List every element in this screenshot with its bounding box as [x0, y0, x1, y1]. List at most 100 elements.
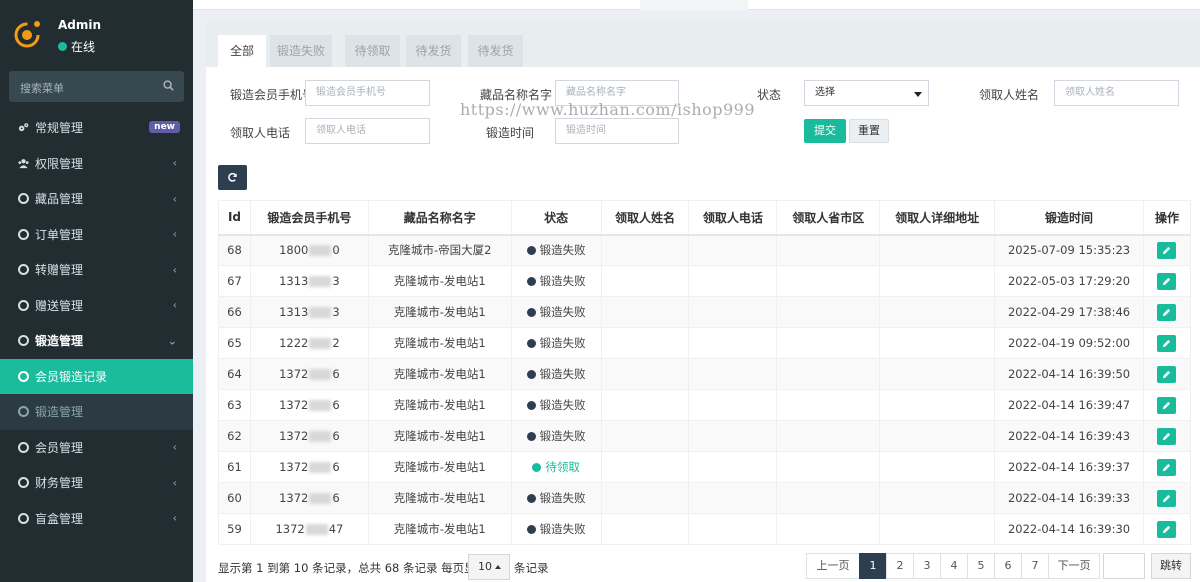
- status-select[interactable]: 选择: [804, 80, 929, 106]
- cell-address: [879, 296, 996, 328]
- search-icon[interactable]: [163, 80, 174, 91]
- pencil-icon: [1163, 308, 1171, 316]
- cell-item: 克隆城市-发电站1: [367, 327, 512, 359]
- page-button-1[interactable]: 1: [859, 553, 887, 579]
- cell-phone: 1313 3: [249, 265, 369, 297]
- receiver-input[interactable]: 领取人姓名: [1054, 80, 1179, 106]
- page-button-2[interactable]: 2: [886, 553, 914, 579]
- page-button-4[interactable]: 4: [940, 553, 968, 579]
- refresh-button[interactable]: [218, 165, 247, 190]
- cell-item: 克隆城市-帝国大厦2: [367, 234, 512, 266]
- status-dot-icon: [526, 338, 536, 348]
- sidebar-item-2[interactable]: 藏品管理 ‹: [0, 181, 193, 217]
- circle-icon: [18, 370, 29, 382]
- sidebar-item-11[interactable]: 盲盒管理 ‹: [0, 501, 193, 537]
- cell-address: [879, 420, 996, 452]
- col-id[interactable]: Id: [218, 200, 251, 236]
- cell-phone: 1372 6: [249, 451, 369, 483]
- tab-pending-claim[interactable]: 待领取: [345, 35, 400, 67]
- status-text: 锻造失败: [539, 429, 586, 443]
- masked-digits: [309, 245, 332, 257]
- page-size-select[interactable]: 10: [468, 554, 510, 580]
- receiver-label: 领取人姓名: [979, 88, 1040, 102]
- sidebar-item-6[interactable]: 锻造管理 ⌄: [0, 323, 193, 359]
- cell-region: [776, 296, 881, 328]
- edit-button[interactable]: [1157, 396, 1177, 414]
- edit-button[interactable]: [1157, 365, 1177, 383]
- cell-phone: 1372 47: [249, 513, 369, 545]
- page-button-6[interactable]: 6: [994, 553, 1022, 579]
- status-text: 锻造失败: [539, 491, 586, 505]
- group-icon: [18, 158, 29, 168]
- sidebar-item-9[interactable]: 会员管理 ‹: [0, 430, 193, 466]
- edit-button[interactable]: [1157, 303, 1177, 321]
- edit-button[interactable]: [1157, 520, 1177, 538]
- edit-button[interactable]: [1157, 241, 1177, 259]
- masked-digits: [309, 493, 332, 504]
- cell-region: [776, 327, 881, 359]
- menu-search-input[interactable]: 搜索菜单: [9, 71, 184, 102]
- cell-action: [1142, 265, 1192, 297]
- masked-digits: [309, 431, 332, 442]
- chevron-left-icon: ‹: [172, 511, 177, 525]
- sidebar-item-10[interactable]: 财务管理 ‹: [0, 465, 193, 501]
- tab-forge-failed[interactable]: 锻造失败: [270, 35, 332, 67]
- prev-page-button[interactable]: 上一页: [806, 553, 860, 579]
- tab-pending-ship[interactable]: 待发货: [406, 35, 461, 67]
- cell-action: [1142, 296, 1192, 328]
- table-row: 63 1372 6 克隆城市-发电站1 锻造失败 2022-04-14 16:39:47: [218, 389, 1192, 421]
- tab-all[interactable]: 全部: [218, 35, 266, 67]
- new-badge: new: [149, 121, 180, 133]
- chevron-left-icon: ‹: [172, 263, 177, 277]
- sidebar-item-1[interactable]: 权限管理 ‹: [0, 146, 193, 182]
- edit-button[interactable]: [1157, 489, 1177, 507]
- page-button-5[interactable]: 5: [967, 553, 995, 579]
- cell-address: [879, 265, 996, 297]
- sidebar-item-label: 盲盒管理: [35, 511, 84, 526]
- table-row: 62 1372 6 克隆城市-发电站1 锻造失败 2022-04-14 16:39:43: [218, 420, 1192, 452]
- top-navbar: [193, 0, 1200, 10]
- reset-button[interactable]: 重置: [849, 119, 889, 143]
- edit-button[interactable]: [1157, 458, 1177, 476]
- phone-suffix: 6: [332, 429, 340, 443]
- phone-input[interactable]: 锻造会员手机号: [305, 80, 430, 106]
- logo-icon: [14, 21, 40, 48]
- cell-phone: 1372 6: [249, 482, 369, 514]
- sidebar-item-3[interactable]: 订单管理 ‹: [0, 217, 193, 253]
- tab-pending-ship-2[interactable]: 待发货: [468, 35, 523, 67]
- cell-status: 锻造失败: [510, 482, 602, 514]
- cell-item: 克隆城市-发电站1: [367, 420, 512, 452]
- edit-button[interactable]: [1157, 427, 1177, 445]
- table-row: 66 1313 3 克隆城市-发电站1 锻造失败 2022-04-29 17:38:46: [218, 296, 1192, 328]
- user-name: Admin: [58, 18, 102, 32]
- status-text: 锻造失败: [539, 398, 586, 412]
- cell-item: 克隆城市-发电站1: [367, 482, 512, 514]
- submit-button[interactable]: 提交: [804, 119, 846, 143]
- time-input[interactable]: 锻造时间: [555, 118, 679, 144]
- sidebar-item-8[interactable]: 锻造管理: [0, 394, 193, 430]
- table-row: 64 1372 6 克隆城市-发电站1 锻造失败 2022-04-14 16:39:50: [218, 358, 1192, 390]
- table-row: 59 1372 47 克隆城市-发电站1 锻造失败 2022-04-14 16:39:30: [218, 513, 1192, 545]
- jump-page-input[interactable]: [1103, 553, 1145, 579]
- sidebar-item-5[interactable]: 赠送管理 ‹: [0, 288, 193, 324]
- chevron-left-icon: ‹: [172, 192, 177, 206]
- page-button-7[interactable]: 7: [1021, 553, 1049, 579]
- edit-button[interactable]: [1157, 334, 1177, 352]
- cell-address: [879, 234, 996, 266]
- pencil-icon: [1163, 246, 1171, 254]
- col-time[interactable]: 锻造时间: [994, 200, 1144, 236]
- sidebar-item-4[interactable]: 转赠管理 ‹: [0, 252, 193, 288]
- masked-digits: [309, 338, 332, 349]
- page-button-3[interactable]: 3: [913, 553, 941, 579]
- next-page-button[interactable]: 下一页: [1048, 553, 1100, 579]
- pencil-icon: [1163, 401, 1171, 409]
- edit-button[interactable]: [1157, 272, 1177, 290]
- sidebar-item-0[interactable]: 常规管理 new: [0, 110, 193, 146]
- sidebar-item-label: 订单管理: [35, 227, 84, 242]
- cell-status: 锻造失败: [510, 420, 602, 452]
- jump-button[interactable]: 跳转: [1151, 553, 1191, 579]
- sidebar-item-7[interactable]: 会员锻造记录: [0, 358, 193, 394]
- cell-receiver-phone: [688, 513, 778, 545]
- masked-digits: [309, 276, 332, 287]
- receiver-phone-input[interactable]: 领取人电话: [305, 118, 430, 144]
